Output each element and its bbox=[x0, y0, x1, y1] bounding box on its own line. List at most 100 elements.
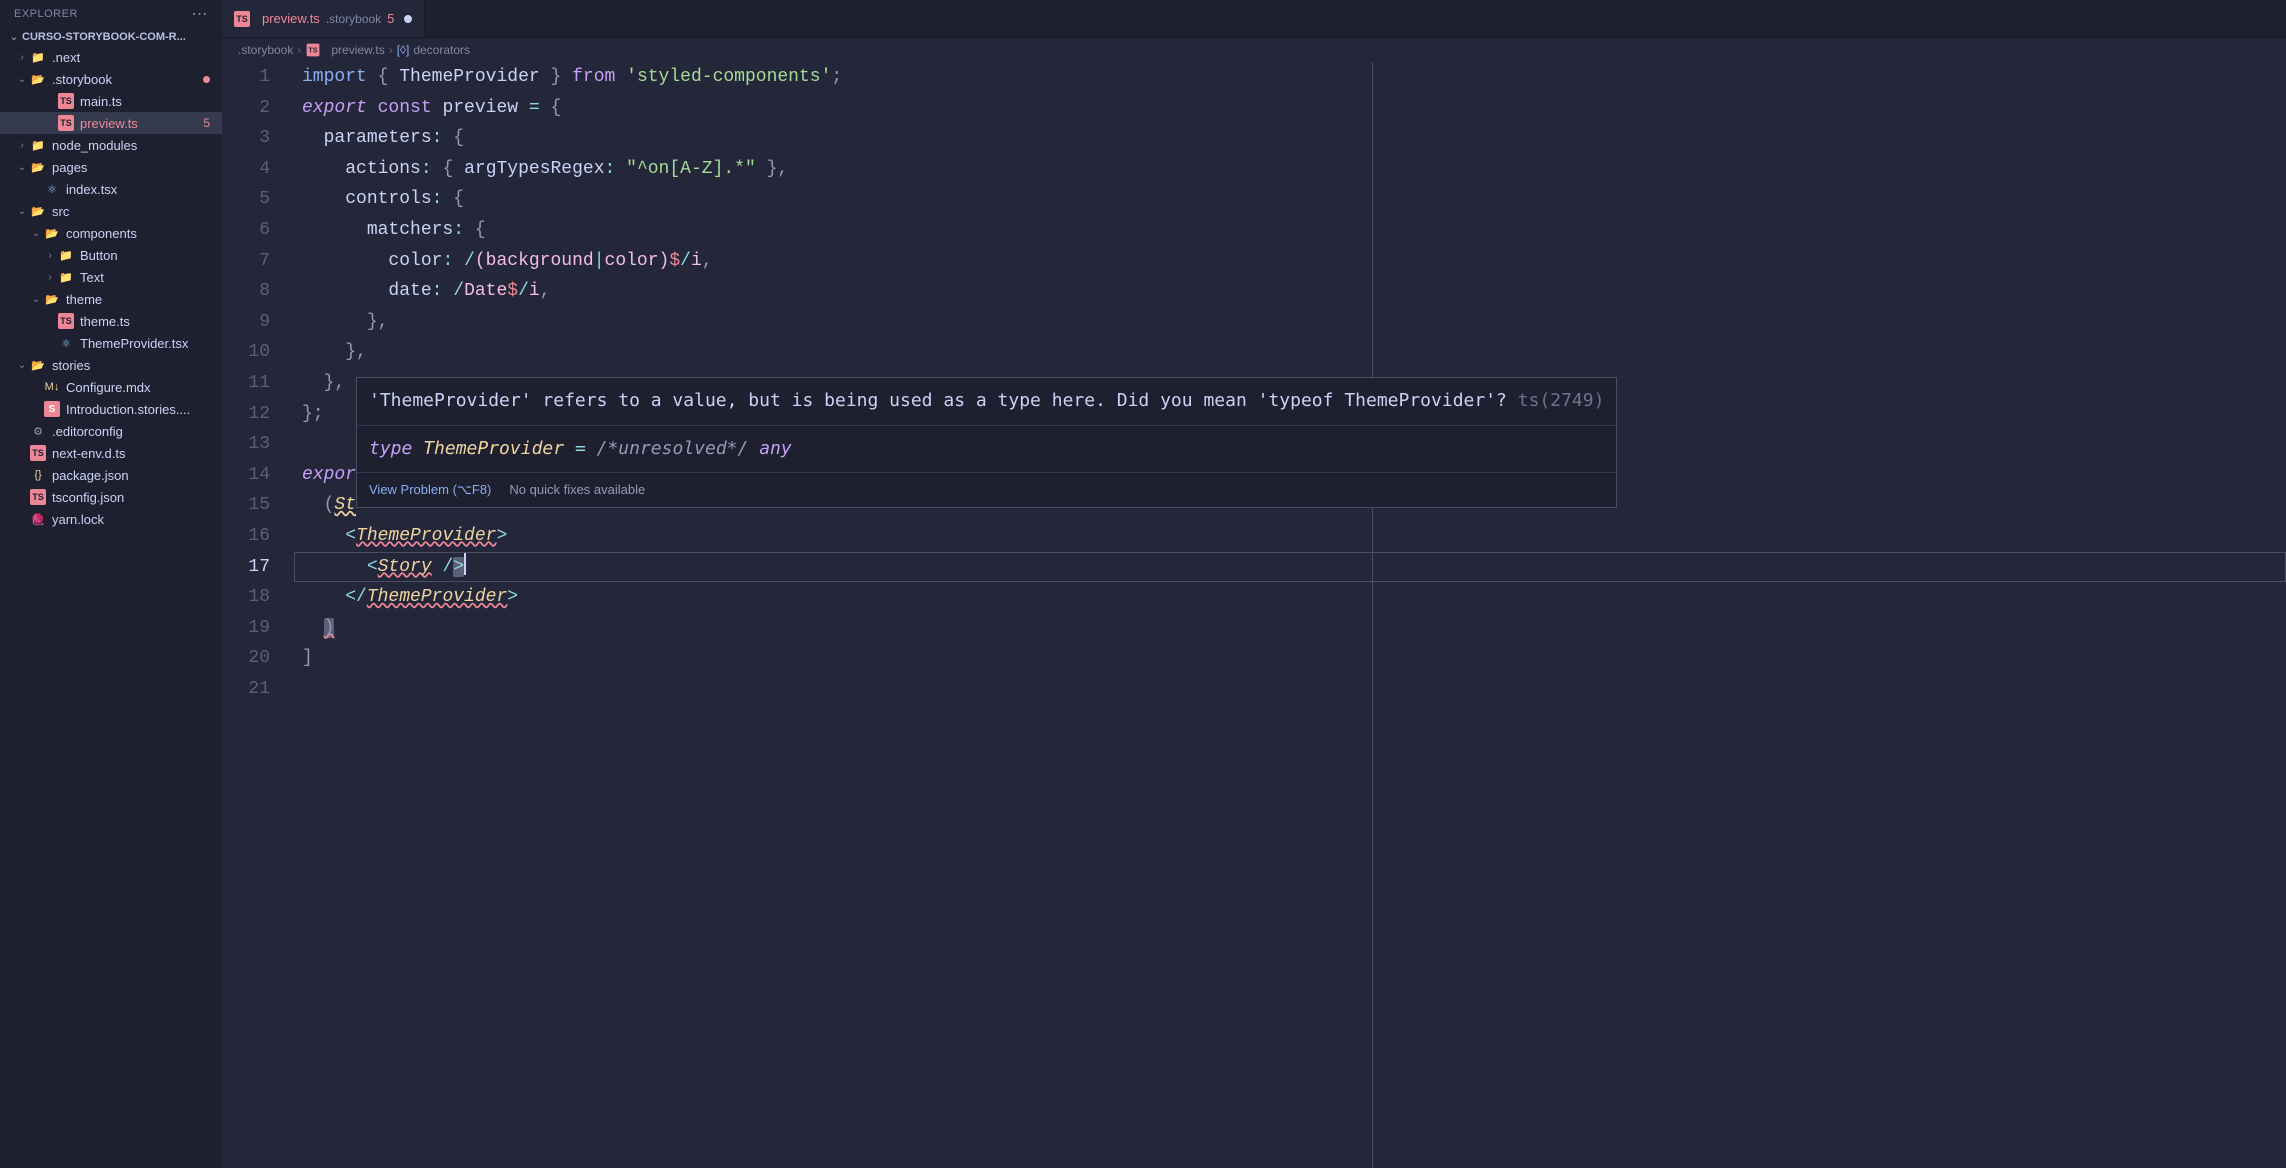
chevron-icon: › bbox=[42, 250, 58, 261]
tree-item--next[interactable]: ›📁.next bbox=[0, 46, 222, 68]
file-icon: S bbox=[44, 401, 60, 417]
line-number: 18 bbox=[222, 582, 270, 613]
code-content[interactable]: import { ThemeProvider } from 'styled-co… bbox=[294, 62, 2286, 1168]
chevron-icon: ⌄ bbox=[14, 206, 30, 217]
file-icon: TS bbox=[58, 93, 74, 109]
tree-item-components[interactable]: ⌄📂 components bbox=[0, 222, 222, 244]
chevron-icon: ⌄ bbox=[14, 74, 30, 85]
folder-icon: 📂 bbox=[44, 225, 60, 241]
tree-item-label: main.ts bbox=[80, 94, 122, 109]
file-icon: {} bbox=[30, 467, 46, 483]
chevron-icon: › bbox=[14, 52, 30, 63]
tree-item-configure-mdx[interactable]: M↓ Configure.mdx bbox=[0, 376, 222, 398]
folder-icon: 📁 bbox=[58, 269, 74, 285]
tree-item-src[interactable]: ⌄📂 src bbox=[0, 200, 222, 222]
tab-path: .storybook bbox=[326, 12, 381, 26]
chevron-right-icon: › bbox=[297, 43, 301, 57]
tree-item-label: Button bbox=[80, 248, 118, 263]
tree-item-pages[interactable]: ⌄📂 pages bbox=[0, 156, 222, 178]
breadcrumb-seg[interactable]: .storybook bbox=[238, 43, 293, 57]
chevron-icon: ⌄ bbox=[14, 162, 30, 173]
error-count-badge: 5 bbox=[203, 116, 210, 130]
gutter: 123456789101112131415161718192021 bbox=[222, 62, 294, 1168]
tree-item-index-tsx[interactable]: ⚛index.tsx bbox=[0, 178, 222, 200]
line-number: 17 bbox=[222, 552, 270, 583]
tree-item-text[interactable]: ›📁 Text bbox=[0, 266, 222, 288]
folder-icon: 📁 bbox=[30, 137, 46, 153]
line-number: 8 bbox=[222, 276, 270, 307]
chevron-icon: ⌄ bbox=[28, 228, 44, 239]
tree-item-preview-ts[interactable]: TS preview.ts 5 bbox=[0, 112, 222, 134]
line-number: 16 bbox=[222, 521, 270, 552]
line-number: 11 bbox=[222, 368, 270, 399]
tree-item-label: Introduction.stories.... bbox=[66, 402, 190, 417]
file-icon: ⚙ bbox=[30, 423, 46, 439]
line-number: 9 bbox=[222, 307, 270, 338]
line-number: 5 bbox=[222, 184, 270, 215]
folder-icon: 📂 bbox=[30, 357, 46, 373]
file-icon: TS bbox=[30, 445, 46, 461]
tree-item-label: node_modules bbox=[52, 138, 137, 153]
tree-item-main-ts[interactable]: TS main.ts bbox=[0, 90, 222, 112]
tree-item-stories[interactable]: ⌄📂stories bbox=[0, 354, 222, 376]
line-number: 6 bbox=[222, 215, 270, 246]
tab-filename: preview.ts bbox=[262, 11, 320, 26]
folder-icon: 📂 bbox=[30, 159, 46, 175]
tree-item-label: Text bbox=[80, 270, 104, 285]
tree-item-label: pages bbox=[52, 160, 87, 175]
tabs-bar: TS preview.ts .storybook 5 bbox=[222, 0, 2286, 38]
chevron-icon: › bbox=[42, 272, 58, 283]
tab-error-badge: 5 bbox=[387, 11, 394, 26]
tree-item-label: package.json bbox=[52, 468, 129, 483]
tree-item-label: Configure.mdx bbox=[66, 380, 151, 395]
folder-icon: 📁 bbox=[30, 49, 46, 65]
file-icon: TS bbox=[30, 489, 46, 505]
breadcrumb-seg[interactable]: decorators bbox=[413, 43, 470, 57]
tree-item-node-modules[interactable]: ›📁 node_modules bbox=[0, 134, 222, 156]
tab-preview[interactable]: TS preview.ts .storybook 5 bbox=[222, 0, 425, 37]
file-icon: TS bbox=[58, 313, 74, 329]
breadcrumb[interactable]: .storybook › TS preview.ts › [◊] decorat… bbox=[222, 38, 2286, 62]
tree-item-label: src bbox=[52, 204, 69, 219]
hover-tooltip: 'ThemeProvider' refers to a value, but i… bbox=[356, 377, 1617, 508]
tree-item-introduction-stories----[interactable]: S Introduction.stories.... bbox=[0, 398, 222, 420]
tree-item-yarn-lock[interactable]: 🧶yarn.lock bbox=[0, 508, 222, 530]
symbol-icon: [◊] bbox=[397, 43, 410, 57]
tree-item-package-json[interactable]: {} package.json bbox=[0, 464, 222, 486]
folder-icon: 📂 bbox=[30, 71, 46, 87]
chevron-down-icon: ⌄ bbox=[6, 32, 22, 43]
git-modified-icon bbox=[203, 76, 210, 83]
tree-item-tsconfig-json[interactable]: TS tsconfig.json bbox=[0, 486, 222, 508]
tree-item--storybook[interactable]: ⌄📂.storybook bbox=[0, 68, 222, 90]
line-number: 7 bbox=[222, 246, 270, 277]
tree-item--editorconfig[interactable]: ⚙.editorconfig bbox=[0, 420, 222, 442]
tree-item-label: next-env.d.ts bbox=[52, 446, 125, 461]
tree-item-theme[interactable]: ⌄📂theme bbox=[0, 288, 222, 310]
folder-icon: 📁 bbox=[58, 247, 74, 263]
tree-item-label: tsconfig.json bbox=[52, 490, 124, 505]
line-number: 15 bbox=[222, 490, 270, 521]
file-icon: M↓ bbox=[44, 379, 60, 395]
project-header[interactable]: ⌄ CURSO-STORYBOOK-COM-R... bbox=[0, 28, 222, 46]
hover-message: 'ThemeProvider' refers to a value, but i… bbox=[369, 390, 1507, 411]
more-icon[interactable]: ⋯ bbox=[192, 4, 209, 24]
view-problem-link[interactable]: View Problem (⌥F8) bbox=[369, 479, 491, 501]
ts-icon: TS bbox=[307, 44, 320, 57]
file-icon: ⚛ bbox=[44, 181, 60, 197]
tree-item-theme-ts[interactable]: TStheme.ts bbox=[0, 310, 222, 332]
editor[interactable]: 123456789101112131415161718192021 import… bbox=[222, 62, 2286, 1168]
tree-item-label: preview.ts bbox=[80, 116, 138, 131]
line-number: 12 bbox=[222, 399, 270, 430]
tree-item-label: yarn.lock bbox=[52, 512, 104, 527]
folder-icon: 📂 bbox=[30, 203, 46, 219]
breadcrumb-seg[interactable]: preview.ts bbox=[331, 43, 384, 57]
tree-item-next-env-d-ts[interactable]: TS next-env.d.ts bbox=[0, 442, 222, 464]
file-icon: TS bbox=[58, 115, 74, 131]
chevron-icon: › bbox=[14, 140, 30, 151]
chevron-icon: ⌄ bbox=[14, 360, 30, 371]
tree-item-button[interactable]: ›📁 Button bbox=[0, 244, 222, 266]
tree-item-themeprovider-tsx[interactable]: ⚛ThemeProvider.tsx bbox=[0, 332, 222, 354]
line-number: 20 bbox=[222, 643, 270, 674]
tree-item-label: components bbox=[66, 226, 137, 241]
tree-item-label: theme bbox=[66, 292, 102, 307]
